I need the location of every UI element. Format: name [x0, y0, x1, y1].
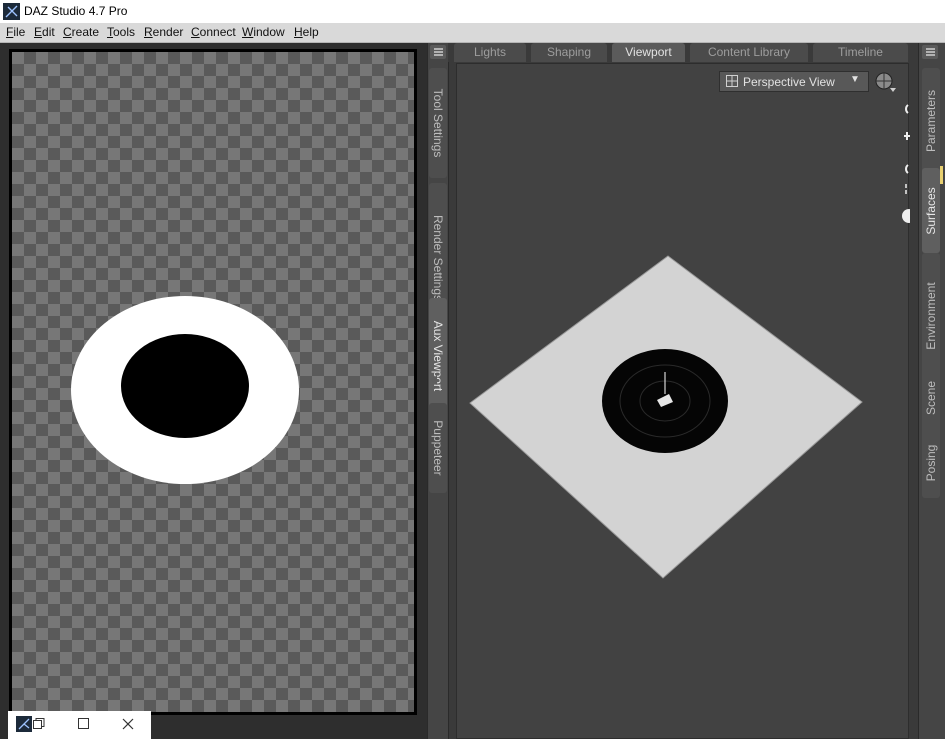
menu-window[interactable]: Window — [242, 25, 285, 39]
tab-environment[interactable]: Environment — [922, 253, 940, 378]
tab-timeline[interactable]: Timeline — [813, 43, 908, 62]
tab-parameters[interactable]: Parameters — [922, 68, 940, 173]
chevron-down-icon: ▼ — [850, 74, 860, 85]
close-icon[interactable] — [122, 718, 134, 730]
camera-view-label: Perspective View — [743, 75, 835, 89]
tab-scene[interactable]: Scene — [922, 363, 940, 433]
app-title: DAZ Studio 4.7 Pro — [24, 4, 128, 18]
main-viewport[interactable] — [456, 63, 909, 739]
panel-menu-icon[interactable] — [430, 45, 446, 59]
sphere-shading-icon[interactable] — [874, 71, 896, 93]
tab-tool-settings[interactable]: Tool Settings — [429, 68, 447, 178]
tab-lights[interactable]: Lights — [454, 43, 526, 62]
aux-viewport-canvas[interactable] — [9, 49, 417, 715]
tab-viewport[interactable]: Viewport — [612, 43, 685, 62]
panel-menu-icon[interactable] — [922, 45, 938, 59]
tab-shaping[interactable]: Shaping — [531, 43, 607, 62]
right-panel-tab-strip: Parameters Surfaces Environment Scene Po… — [918, 43, 945, 739]
active-tab-marker — [940, 166, 943, 184]
restore-icon[interactable] — [33, 718, 45, 730]
collapse-left-arrow-icon[interactable] — [431, 375, 437, 385]
menu-tools[interactable]: Tools — [107, 25, 135, 39]
menu-bar: File Edit Create Tools Render Connect Wi… — [0, 23, 945, 43]
black-disc — [121, 334, 249, 438]
viewport-scene — [469, 255, 863, 579]
tab-aux-viewport[interactable]: Aux Viewport — [429, 298, 447, 413]
maximize-icon[interactable] — [78, 718, 90, 730]
minimized-window-tray — [8, 711, 151, 739]
menu-help[interactable]: Help — [294, 25, 319, 39]
tab-puppeteer[interactable]: Puppeteer — [429, 403, 447, 493]
top-tab-bar: Lights Shaping Viewport Content Library … — [448, 43, 920, 62]
tab-surfaces[interactable]: Surfaces — [922, 168, 940, 253]
menu-edit[interactable]: Edit — [34, 25, 55, 39]
viewport-navigation-controls[interactable] — [900, 100, 916, 230]
daz-logo-icon — [16, 716, 32, 732]
tab-posing[interactable]: Posing — [922, 428, 940, 498]
tab-content-library[interactable]: Content Library — [690, 43, 808, 62]
menu-create[interactable]: Create — [63, 25, 99, 39]
menu-connect[interactable]: Connect — [191, 25, 236, 39]
aux-scene — [71, 296, 299, 484]
title-bar: DAZ Studio 4.7 Pro — [0, 0, 945, 23]
menu-render[interactable]: Render — [144, 25, 183, 39]
grid-view-icon — [726, 75, 738, 87]
menu-file[interactable]: File — [6, 25, 25, 39]
camera-view-select[interactable]: Perspective View ▼ — [719, 71, 869, 92]
daz-logo-icon — [3, 3, 20, 20]
left-panel-tab-strip: Tool Settings Render Settings Aux Viewpo… — [427, 43, 449, 739]
